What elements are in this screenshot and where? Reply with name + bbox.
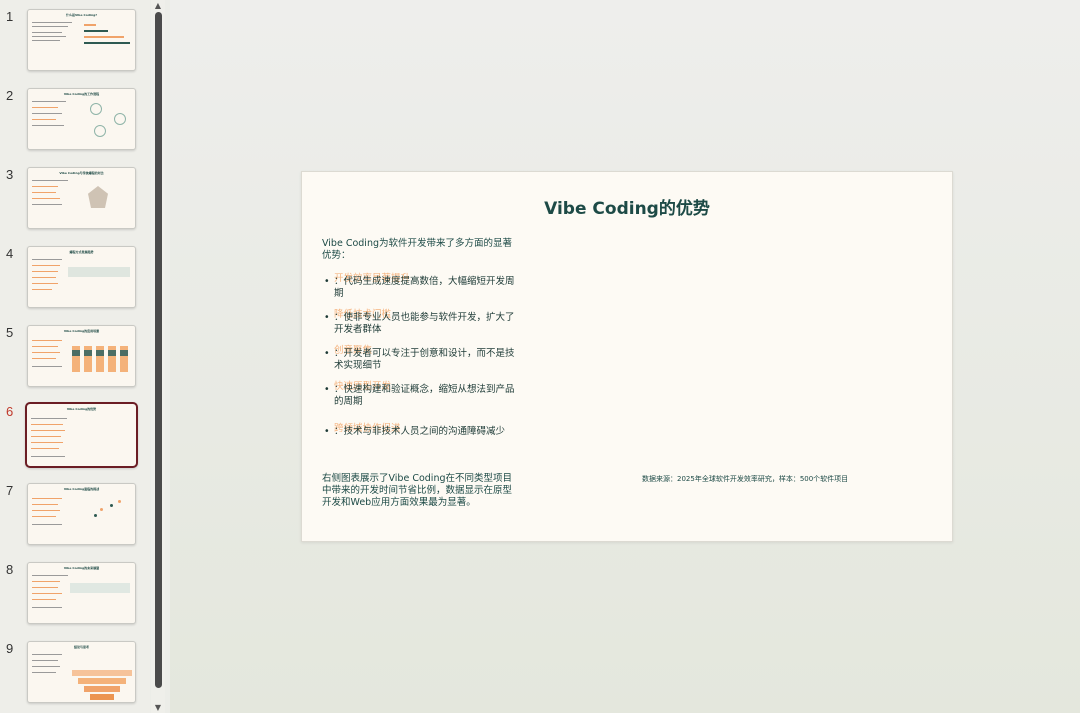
bullet-text: ：使非专业人员也能参与软件开发，扩大了开发者群体: [334, 312, 515, 335]
bullet-dot-icon: •: [324, 312, 330, 323]
thumb-title: Vibe Coding面临的挑战: [63, 487, 100, 491]
slide-thumb-2[interactable]: 2 Vibe Coding的工作流程: [0, 88, 150, 152]
bullet-dot-icon: •: [324, 426, 330, 437]
slide-thumb-1[interactable]: 1 什么是Vibe Coding?: [0, 9, 150, 73]
slide-thumbnail[interactable]: 什么是Vibe Coding?: [27, 9, 136, 71]
scroll-up-arrow-icon[interactable]: ▲: [153, 1, 163, 11]
bullet-text: ：技术与非技术人员之间的沟通障碍减少: [334, 426, 506, 437]
bullet-item[interactable]: • 快速原型开发 ：快速构建和验证概念，缩短从想法到产品的周期: [322, 381, 517, 408]
bullet-item[interactable]: • 降低技术门槛 ：使非专业人员也能参与软件开发，扩大了开发者群体: [322, 309, 517, 336]
slide-number: 4: [6, 246, 14, 261]
bullet-item[interactable]: • 创意聚焦 ：开发者可以专注于创意和设计，而不是技术实现细节: [322, 345, 517, 372]
slide-number: 9: [6, 641, 14, 656]
thumb-title: Vibe Coding的应用场景: [63, 329, 100, 333]
slide-number: 8: [6, 562, 14, 577]
slide-thumbnail[interactable]: Vibe Coding的工作流程: [27, 88, 136, 150]
slide-number: 2: [6, 88, 14, 103]
current-slide[interactable]: Vibe Coding的优势 Vibe Coding为软件开发带来了多方面的显著…: [301, 171, 953, 542]
bullet-item[interactable]: • 跨领域协作促进 ：技术与非技术人员之间的沟通障碍减少: [322, 423, 506, 438]
data-source-note[interactable]: 数据来源：2025年全球软件开发效率研究，样本：500个软件项目: [642, 474, 848, 484]
slide-thumb-3[interactable]: 3 Vibe Coding与传统编程的对比: [0, 167, 150, 231]
slide-thumbnail[interactable]: Vibe Coding的未来展望: [27, 562, 136, 624]
slide-summary-text[interactable]: 右侧图表展示了Vibe Coding在不同类型项目中带来的开发时间节省比例，数据…: [322, 473, 517, 509]
slide-number: 7: [6, 483, 14, 498]
scroll-down-arrow-icon[interactable]: ▼: [153, 703, 163, 713]
slide-thumb-4[interactable]: 4 编程方式发展趋势: [0, 246, 150, 310]
thumb-title: Vibe Coding的工作流程: [63, 92, 100, 96]
bullet-item[interactable]: • 开发效率显著提升 ：代码生成速度提高数倍，大幅缩短开发周期: [322, 273, 517, 300]
bullet-dot-icon: •: [324, 384, 330, 395]
slide-thumbnail[interactable]: 编程方式发展趋势: [27, 246, 136, 308]
slide-thumbnail-selected[interactable]: Vibe Coding的优势: [25, 402, 138, 468]
bullet-dot-icon: •: [324, 276, 330, 287]
slide-thumb-8[interactable]: 8 Vibe Coding的未来展望: [0, 562, 150, 626]
slide-thumb-9[interactable]: 9 结论与思考: [0, 641, 150, 705]
bullet-text: ：开发者可以专注于创意和设计，而不是技术实现细节: [334, 348, 515, 371]
slide-number: 3: [6, 167, 14, 182]
slide-thumbnail[interactable]: 结论与思考: [27, 641, 136, 703]
slide-title[interactable]: Vibe Coding的优势: [302, 194, 952, 219]
slide-thumbnail[interactable]: Vibe Coding面临的挑战: [27, 483, 136, 545]
thumb-title: Vibe Coding的未来展望: [63, 566, 100, 570]
slide-thumb-7[interactable]: 7 Vibe Coding面临的挑战: [0, 483, 150, 547]
bullet-dot-icon: •: [324, 348, 330, 359]
slide-thumbnail[interactable]: Vibe Coding的应用场景: [27, 325, 136, 387]
thumb-title: 编程方式发展趋势: [69, 250, 94, 254]
thumb-title: Vibe Coding的优势: [66, 407, 97, 411]
thumb-title: 什么是Vibe Coding?: [66, 13, 97, 17]
slide-number: 5: [6, 325, 14, 340]
slide-thumbnail[interactable]: Vibe Coding与传统编程的对比: [27, 167, 136, 229]
slide-thumb-6[interactable]: 6 Vibe Coding的优势: [0, 402, 150, 468]
slide-number: 6: [6, 404, 14, 419]
thumb-title: 结论与思考: [73, 645, 89, 649]
slide-thumb-5[interactable]: 5 Vibe Coding的应用场景: [0, 325, 150, 389]
bullet-text: ：快速构建和验证概念，缩短从想法到产品的周期: [334, 384, 515, 407]
scrollbar-thumb[interactable]: [155, 12, 162, 688]
slide-thumbnail-pane: 1 什么是Vibe Coding? 2 Vibe Coding的工作流程 3 V…: [0, 0, 150, 713]
slide-number: 1: [6, 9, 14, 24]
thumb-title: Vibe Coding与传统编程的对比: [59, 171, 104, 175]
slide-intro-text[interactable]: Vibe Coding为软件开发带来了多方面的显著优势：: [322, 238, 517, 262]
slide-canvas: Vibe Coding的优势 Vibe Coding为软件开发带来了多方面的显著…: [170, 0, 1080, 713]
bullet-text: ：代码生成速度提高数倍，大幅缩短开发周期: [334, 276, 515, 299]
